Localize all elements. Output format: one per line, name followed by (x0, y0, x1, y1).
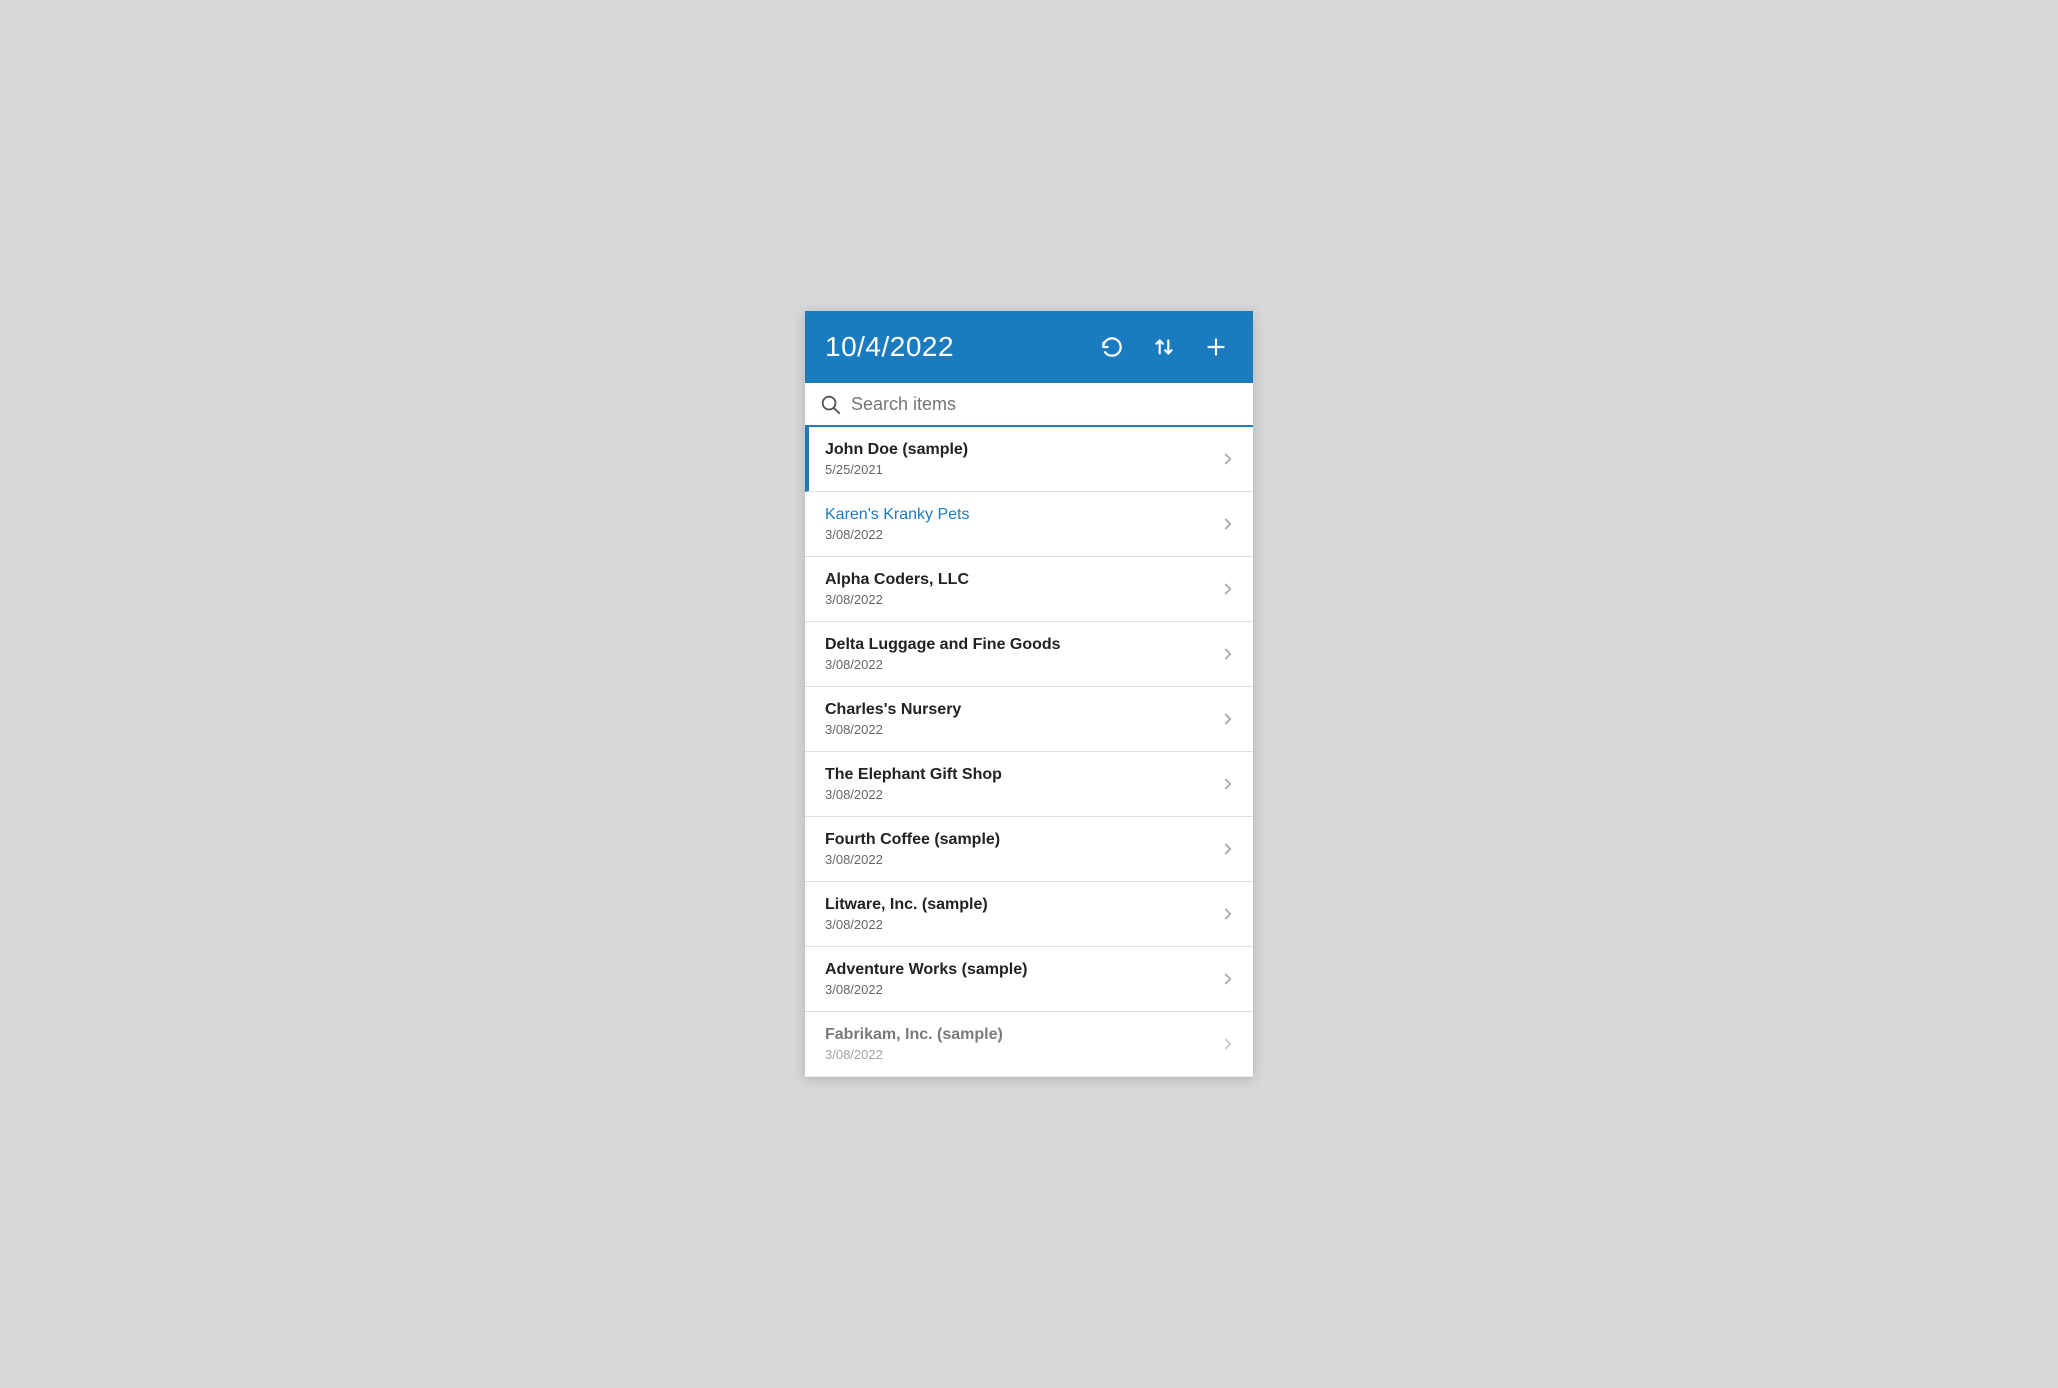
chevron-right-icon (1219, 970, 1237, 988)
list-item-content: Karen's Kranky Pets 3/08/2022 (825, 506, 1211, 542)
list-item[interactable]: Charles's Nursery 3/08/2022 (805, 687, 1253, 752)
sort-button[interactable] (1147, 330, 1181, 364)
list-item[interactable]: Litware, Inc. (sample) 3/08/2022 (805, 882, 1253, 947)
list-item[interactable]: Delta Luggage and Fine Goods 3/08/2022 (805, 622, 1253, 687)
add-icon (1203, 334, 1229, 360)
item-name: Litware, Inc. (sample) (825, 896, 1211, 914)
list-item[interactable]: John Doe (sample) 5/25/2021 (805, 427, 1253, 492)
item-date: 3/08/2022 (825, 1047, 1211, 1062)
add-button[interactable] (1199, 330, 1233, 364)
list-item-content: Litware, Inc. (sample) 3/08/2022 (825, 896, 1211, 932)
item-name: Adventure Works (sample) (825, 961, 1211, 979)
item-name: John Doe (sample) (825, 441, 1211, 459)
list-item[interactable]: The Elephant Gift Shop 3/08/2022 (805, 752, 1253, 817)
item-date: 5/25/2021 (825, 462, 1211, 477)
list-item-content: Delta Luggage and Fine Goods 3/08/2022 (825, 636, 1211, 672)
item-date: 3/08/2022 (825, 527, 1211, 542)
item-name: The Elephant Gift Shop (825, 766, 1211, 784)
item-date: 3/08/2022 (825, 852, 1211, 867)
header-icons (1095, 330, 1233, 364)
list-item-content: Fourth Coffee (sample) 3/08/2022 (825, 831, 1211, 867)
chevron-right-icon (1219, 580, 1237, 598)
item-name: Karen's Kranky Pets (825, 506, 1211, 524)
item-name: Fourth Coffee (sample) (825, 831, 1211, 849)
item-name: Charles's Nursery (825, 701, 1211, 719)
list-item[interactable]: Karen's Kranky Pets 3/08/2022 (805, 492, 1253, 557)
list-item[interactable]: Alpha Coders, LLC 3/08/2022 (805, 557, 1253, 622)
items-list: John Doe (sample) 5/25/2021 Karen's Kranky… (805, 427, 1253, 1077)
item-date: 3/08/2022 (825, 982, 1211, 997)
item-date: 3/08/2022 (825, 787, 1211, 802)
chevron-right-icon (1219, 775, 1237, 793)
list-item-content: John Doe (sample) 5/25/2021 (825, 441, 1211, 477)
refresh-button[interactable] (1095, 330, 1129, 364)
list-item[interactable]: Fourth Coffee (sample) 3/08/2022 (805, 817, 1253, 882)
item-name: Delta Luggage and Fine Goods (825, 636, 1211, 654)
chevron-right-icon (1219, 450, 1237, 468)
sort-icon (1151, 334, 1177, 360)
chevron-right-icon (1219, 710, 1237, 728)
item-name: Fabrikam, Inc. (sample) (825, 1026, 1211, 1044)
app-container: 10/4/2022 (805, 311, 1253, 1077)
list-item-content: Fabrikam, Inc. (sample) 3/08/2022 (825, 1026, 1211, 1062)
item-name: Alpha Coders, LLC (825, 571, 1211, 589)
search-icon (819, 393, 841, 415)
chevron-right-icon (1219, 840, 1237, 858)
list-item-content: Charles's Nursery 3/08/2022 (825, 701, 1211, 737)
list-item[interactable]: Adventure Works (sample) 3/08/2022 (805, 947, 1253, 1012)
header: 10/4/2022 (805, 311, 1253, 383)
list-item-content: The Elephant Gift Shop 3/08/2022 (825, 766, 1211, 802)
list-item-content: Adventure Works (sample) 3/08/2022 (825, 961, 1211, 997)
chevron-right-icon (1219, 515, 1237, 533)
chevron-right-icon (1219, 1035, 1237, 1053)
chevron-right-icon (1219, 905, 1237, 923)
chevron-right-icon (1219, 645, 1237, 663)
list-item[interactable]: Fabrikam, Inc. (sample) 3/08/2022 (805, 1012, 1253, 1077)
search-bar (805, 383, 1253, 427)
item-date: 3/08/2022 (825, 917, 1211, 932)
list-item-content: Alpha Coders, LLC 3/08/2022 (825, 571, 1211, 607)
item-date: 3/08/2022 (825, 657, 1211, 672)
item-date: 3/08/2022 (825, 592, 1211, 607)
item-date: 3/08/2022 (825, 722, 1211, 737)
header-date: 10/4/2022 (825, 331, 954, 363)
refresh-icon (1099, 334, 1125, 360)
search-input[interactable] (851, 394, 1239, 415)
